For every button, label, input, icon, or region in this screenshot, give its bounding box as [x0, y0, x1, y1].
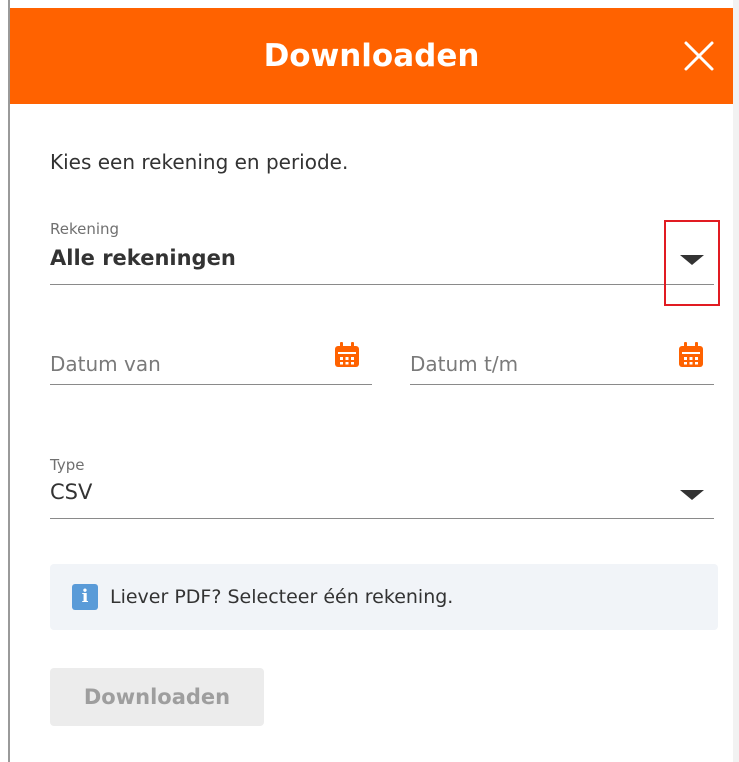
intro-text: Kies een rekening en periode.: [50, 150, 349, 174]
dialog-header: Downloaden: [10, 8, 733, 104]
background-page-edge: [0, 0, 10, 762]
type-underline: [50, 518, 714, 519]
chevron-down-icon[interactable]: [680, 490, 704, 500]
date-from-field[interactable]: Datum van: [50, 334, 372, 386]
account-value[interactable]: Alle rekeningen: [50, 246, 236, 270]
info-text: Liever PDF? Selecteer één rekening.: [110, 586, 454, 608]
dropdown-highlight-box: [664, 220, 720, 306]
type-label: Type: [50, 456, 85, 474]
download-button[interactable]: Downloaden: [50, 668, 264, 726]
date-from-underline: [50, 384, 372, 385]
date-to-field[interactable]: Datum t/m: [410, 334, 714, 386]
account-label: Rekening: [50, 220, 120, 238]
calendar-icon[interactable]: [678, 342, 704, 368]
download-dialog: Downloaden Kies een rekening en periode.…: [10, 8, 733, 762]
date-to-underline: [410, 384, 714, 385]
account-underline: [50, 284, 714, 285]
date-from-placeholder: Datum van: [50, 352, 161, 376]
info-message: i Liever PDF? Selecteer één rekening.: [50, 564, 718, 630]
type-value[interactable]: CSV: [50, 480, 92, 504]
background-page-edge-right: [733, 0, 739, 762]
dialog-title: Downloaden: [263, 38, 480, 74]
calendar-icon[interactable]: [334, 342, 360, 368]
date-to-placeholder: Datum t/m: [410, 352, 519, 376]
close-icon[interactable]: [679, 36, 719, 76]
info-icon: i: [72, 584, 98, 610]
screen: Downloaden Kies een rekening en periode.…: [0, 0, 739, 762]
